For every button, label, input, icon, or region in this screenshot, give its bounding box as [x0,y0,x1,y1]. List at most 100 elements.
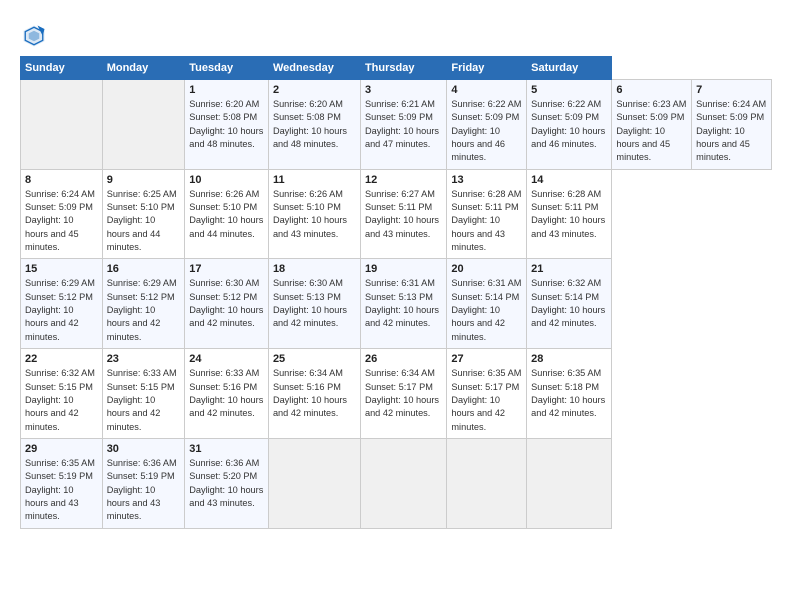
day-info: Sunrise: 6:22 AMSunset: 5:09 PMDaylight:… [451,98,522,165]
day-number: 9 [107,174,181,186]
calendar-cell [102,80,185,170]
calendar-table: SundayMondayTuesdayWednesdayThursdayFrid… [20,56,772,529]
calendar-cell: 10 Sunrise: 6:26 AMSunset: 5:10 PMDayligh… [185,169,269,259]
calendar-cell: 30 Sunrise: 6:36 AMSunset: 5:19 PMDayligh… [102,438,185,528]
day-info: Sunrise: 6:36 AMSunset: 5:19 PMDaylight:… [107,457,181,524]
day-number: 15 [25,263,98,275]
calendar-week-row: 29Sunrise: 6:35 AMSunset: 5:19 PMDayligh… [21,438,772,528]
day-number: 23 [107,353,181,365]
day-info: Sunrise: 6:26 AMSunset: 5:10 PMDaylight:… [189,188,264,241]
day-number: 22 [25,353,98,365]
weekday-header-wednesday: Wednesday [268,57,360,80]
day-info: Sunrise: 6:22 AMSunset: 5:09 PMDaylight:… [531,98,607,151]
calendar-cell: 20Sunrise: 6:31 AMSunset: 5:14 PMDayligh… [447,259,527,349]
day-info: Sunrise: 6:28 AMSunset: 5:11 PMDaylight:… [451,188,522,255]
calendar-cell: 4 Sunrise: 6:22 AMSunset: 5:09 PMDaylight… [447,80,527,170]
day-number: 14 [531,174,607,186]
day-info: Sunrise: 6:29 AMSunset: 5:12 PMDaylight:… [107,277,181,344]
calendar-cell: 9 Sunrise: 6:25 AMSunset: 5:10 PMDaylight… [102,169,185,259]
weekday-header-thursday: Thursday [360,57,446,80]
day-number: 27 [451,353,522,365]
day-number: 11 [273,174,356,186]
day-info: Sunrise: 6:30 AMSunset: 5:13 PMDaylight:… [273,277,356,330]
calendar-cell: 25 Sunrise: 6:34 AMSunset: 5:16 PMDayligh… [268,349,360,439]
day-number: 10 [189,174,264,186]
day-number: 26 [365,353,442,365]
day-number: 6 [616,84,687,96]
header [20,18,772,50]
day-info: Sunrise: 6:25 AMSunset: 5:10 PMDaylight:… [107,188,181,255]
calendar-week-row: 22Sunrise: 6:32 AMSunset: 5:15 PMDayligh… [21,349,772,439]
weekday-header-row: SundayMondayTuesdayWednesdayThursdayFrid… [21,57,772,80]
day-info: Sunrise: 6:30 AMSunset: 5:12 PMDaylight:… [189,277,264,330]
day-info: Sunrise: 6:33 AMSunset: 5:16 PMDaylight:… [189,367,264,420]
day-info: Sunrise: 6:24 AMSunset: 5:09 PMDaylight:… [25,188,98,255]
weekday-header-saturday: Saturday [527,57,612,80]
page: SundayMondayTuesdayWednesdayThursdayFrid… [0,0,792,539]
calendar-cell [527,438,612,528]
calendar-cell: 17 Sunrise: 6:30 AMSunset: 5:12 PMDayligh… [185,259,269,349]
calendar-week-row: 8 Sunrise: 6:24 AMSunset: 5:09 PMDaylight… [21,169,772,259]
calendar-cell: 16 Sunrise: 6:29 AMSunset: 5:12 PMDayligh… [102,259,185,349]
calendar-cell: 19 Sunrise: 6:31 AMSunset: 5:13 PMDayligh… [360,259,446,349]
day-info: Sunrise: 6:33 AMSunset: 5:15 PMDaylight:… [107,367,181,434]
day-number: 8 [25,174,98,186]
calendar-cell: 7 Sunrise: 6:24 AMSunset: 5:09 PMDaylight… [692,80,772,170]
day-info: Sunrise: 6:29 AMSunset: 5:12 PMDaylight:… [25,277,98,344]
calendar-week-row: 15 Sunrise: 6:29 AMSunset: 5:12 PMDayligh… [21,259,772,349]
day-info: Sunrise: 6:36 AMSunset: 5:20 PMDaylight:… [189,457,264,510]
day-number: 12 [365,174,442,186]
calendar-cell [360,438,446,528]
day-info: Sunrise: 6:27 AMSunset: 5:11 PMDaylight:… [365,188,442,241]
calendar-cell: 11 Sunrise: 6:26 AMSunset: 5:10 PMDayligh… [268,169,360,259]
day-number: 19 [365,263,442,275]
calendar-cell: 12 Sunrise: 6:27 AMSunset: 5:11 PMDayligh… [360,169,446,259]
calendar-cell: 6Sunrise: 6:23 AMSunset: 5:09 PMDaylight… [612,80,692,170]
calendar-cell: 8 Sunrise: 6:24 AMSunset: 5:09 PMDaylight… [21,169,103,259]
logo [20,22,52,50]
day-number: 7 [696,84,767,96]
day-info: Sunrise: 6:32 AMSunset: 5:14 PMDaylight:… [531,277,607,330]
day-number: 17 [189,263,264,275]
day-number: 30 [107,443,181,455]
calendar-cell: 3 Sunrise: 6:21 AMSunset: 5:09 PMDaylight… [360,80,446,170]
day-info: Sunrise: 6:35 AMSunset: 5:17 PMDaylight:… [451,367,522,434]
day-info: Sunrise: 6:24 AMSunset: 5:09 PMDaylight:… [696,98,767,165]
day-number: 16 [107,263,181,275]
day-info: Sunrise: 6:20 AMSunset: 5:08 PMDaylight:… [189,98,264,151]
day-number: 1 [189,84,264,96]
day-number: 31 [189,443,264,455]
day-info: Sunrise: 6:34 AMSunset: 5:16 PMDaylight:… [273,367,356,420]
calendar-cell [21,80,103,170]
day-info: Sunrise: 6:31 AMSunset: 5:14 PMDaylight:… [451,277,522,344]
calendar-cell: 2Sunrise: 6:20 AMSunset: 5:08 PMDaylight… [268,80,360,170]
calendar-cell: 27 Sunrise: 6:35 AMSunset: 5:17 PMDayligh… [447,349,527,439]
day-number: 24 [189,353,264,365]
day-info: Sunrise: 6:35 AMSunset: 5:18 PMDaylight:… [531,367,607,420]
calendar-cell: 31 Sunrise: 6:36 AMSunset: 5:20 PMDayligh… [185,438,269,528]
calendar-cell: 18 Sunrise: 6:30 AMSunset: 5:13 PMDayligh… [268,259,360,349]
calendar-cell: 23 Sunrise: 6:33 AMSunset: 5:15 PMDayligh… [102,349,185,439]
day-number: 2 [273,84,356,96]
logo-icon [20,22,48,50]
weekday-header-friday: Friday [447,57,527,80]
day-number: 18 [273,263,356,275]
day-number: 4 [451,84,522,96]
calendar-cell: 15 Sunrise: 6:29 AMSunset: 5:12 PMDayligh… [21,259,103,349]
day-info: Sunrise: 6:26 AMSunset: 5:10 PMDaylight:… [273,188,356,241]
day-number: 21 [531,263,607,275]
day-number: 3 [365,84,442,96]
day-number: 25 [273,353,356,365]
calendar-cell: 5Sunrise: 6:22 AMSunset: 5:09 PMDaylight… [527,80,612,170]
weekday-header-sunday: Sunday [21,57,103,80]
day-number: 28 [531,353,607,365]
day-number: 29 [25,443,98,455]
day-info: Sunrise: 6:21 AMSunset: 5:09 PMDaylight:… [365,98,442,151]
calendar-cell: 26Sunrise: 6:34 AMSunset: 5:17 PMDayligh… [360,349,446,439]
calendar-cell: 1 Sunrise: 6:20 AMSunset: 5:08 PMDaylight… [185,80,269,170]
day-info: Sunrise: 6:31 AMSunset: 5:13 PMDaylight:… [365,277,442,330]
calendar-cell [268,438,360,528]
calendar-cell: 14Sunrise: 6:28 AMSunset: 5:11 PMDayligh… [527,169,612,259]
calendar-cell: 29Sunrise: 6:35 AMSunset: 5:19 PMDayligh… [21,438,103,528]
calendar-cell: 28 Sunrise: 6:35 AMSunset: 5:18 PMDayligh… [527,349,612,439]
